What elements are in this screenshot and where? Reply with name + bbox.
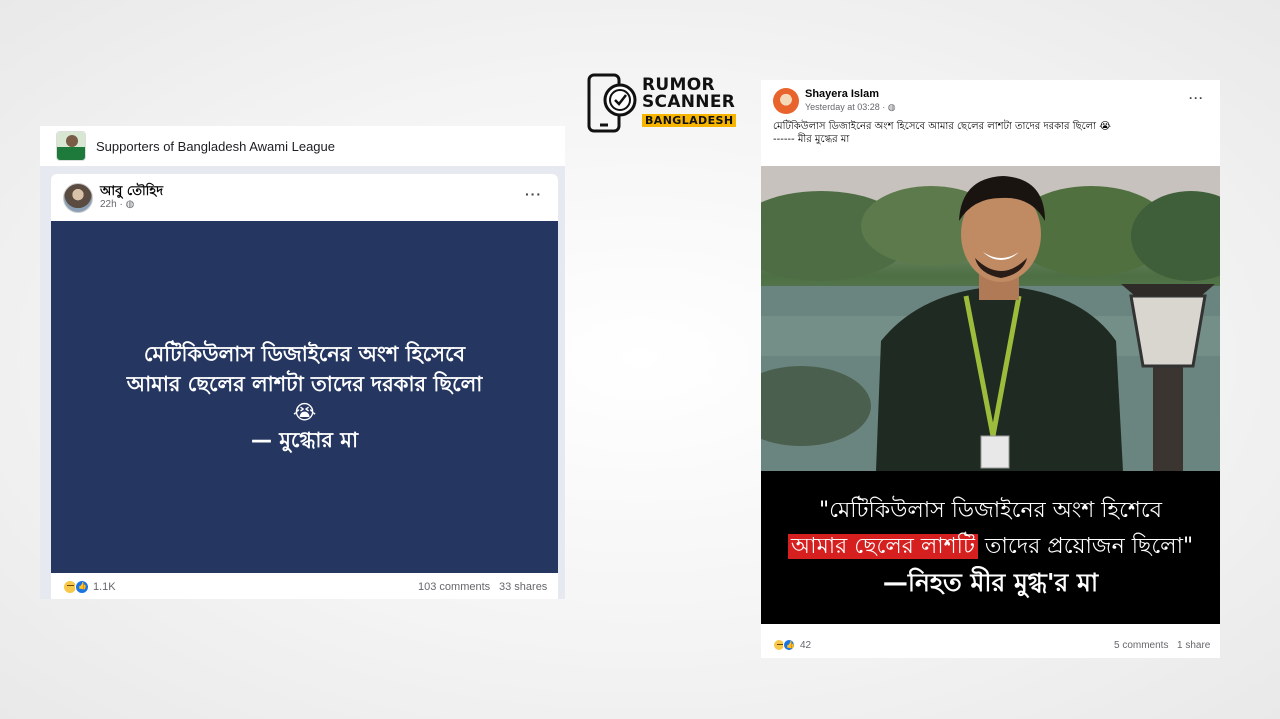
globe-icon: ◍ — [125, 199, 135, 210]
group-header[interactable]: Supporters of Bangladesh Awami League — [40, 126, 565, 166]
post-time[interactable]: Yesterday at 03:28 · ◍ — [805, 102, 896, 113]
banner-line-3: — মুগ্ধোর মা — [250, 428, 359, 452]
more-options-icon[interactable]: ··· — [1189, 91, 1204, 105]
post-text-line-2: ------ মীর মুগ্ধের মা — [773, 134, 850, 145]
shares-count[interactable]: 33 shares — [499, 581, 547, 593]
caption-line-2: আমার ছেলের লাশটি তাদের প্রয়োজন ছিলো" — [761, 529, 1220, 565]
avatar[interactable] — [63, 183, 93, 213]
comments-count[interactable]: 5 comments — [1114, 640, 1168, 651]
shares-count[interactable]: 1 share — [1177, 640, 1210, 651]
comments-count[interactable]: 103 comments — [418, 581, 490, 593]
phone-check-icon — [587, 73, 637, 133]
author-name[interactable]: Shayera Islam — [805, 88, 879, 100]
post-time[interactable]: 22h · ◍ — [100, 199, 134, 210]
post-photo[interactable] — [761, 166, 1220, 471]
reaction-count[interactable]: 42 — [800, 640, 811, 651]
post-text-banner: মেটিকিউলাস ডিজাইনের অংশ হিসেবে আমার ছেলে… — [51, 221, 558, 573]
logo-badge: BANGLADESH — [642, 114, 737, 127]
banner-line-1: মেটিকিউলাস ডিজাইনের অংশ হিসেবে — [143, 342, 466, 366]
group-name[interactable]: Supporters of Bangladesh Awami League — [96, 139, 335, 154]
post-text: মেটিকিউলাস ডিজাইনের অংশ হিসেবে আমার ছেলে… — [773, 120, 1213, 146]
photo-caption: "মেটিকিউলাস ডিজাইনের অংশ হিশেবে আমার ছেল… — [761, 471, 1220, 624]
more-options-icon[interactable]: ··· — [525, 186, 542, 202]
post-header: আবু তৌহিদ 22h · ◍ ··· — [51, 174, 558, 221]
caption-highlight: আমার ছেলের লাশটি — [787, 534, 978, 559]
timestamp: Yesterday at 03:28 · — [805, 102, 888, 112]
timestamp: 22h · — [100, 199, 126, 210]
caption-line-2-rest: তাদের প্রয়োজন ছিলো" — [977, 534, 1194, 559]
reaction-count[interactable]: 1.1K — [93, 581, 116, 593]
like-reaction-icon — [75, 580, 89, 594]
post-footer: 1.1K 103 comments 33 shares — [51, 574, 558, 599]
globe-icon: ◍ — [887, 102, 896, 112]
caption-line-1: "মেটিকিউলাস ডিজাইনের অংশ হিশেবে — [818, 498, 1163, 523]
left-post-screenshot: Supporters of Bangladesh Awami League আব… — [40, 126, 565, 599]
banner-line-2: আমার ছেলের লাশটা তাদের দরকার ছিলো — [126, 372, 483, 396]
person-photo-illustration — [761, 166, 1220, 471]
right-post-screenshot: Shayera Islam Yesterday at 03:28 · ◍ ···… — [761, 80, 1220, 658]
rumor-scanner-logo: RUMOR SCANNER BANGLADESH — [586, 73, 737, 133]
group-avatar[interactable] — [56, 131, 86, 161]
post-card: আবু তৌহিদ 22h · ◍ ··· মেটিকিউলাস ডিজাইনে… — [51, 174, 558, 599]
caption-line-3: —নিহত মীর মুগ্ধ'র মা — [882, 568, 1099, 597]
like-reaction-icon — [783, 639, 795, 651]
logo-line2: SCANNER — [642, 92, 736, 112]
crying-emoji-icon: 😭 — [292, 400, 317, 424]
post-footer: 42 5 comments 1 share — [761, 635, 1220, 657]
post-text-line-1: মেটিকিউলাস ডিজাইনের অংশ হিসেবে আমার ছেলে… — [773, 121, 1111, 132]
avatar[interactable] — [773, 88, 799, 114]
